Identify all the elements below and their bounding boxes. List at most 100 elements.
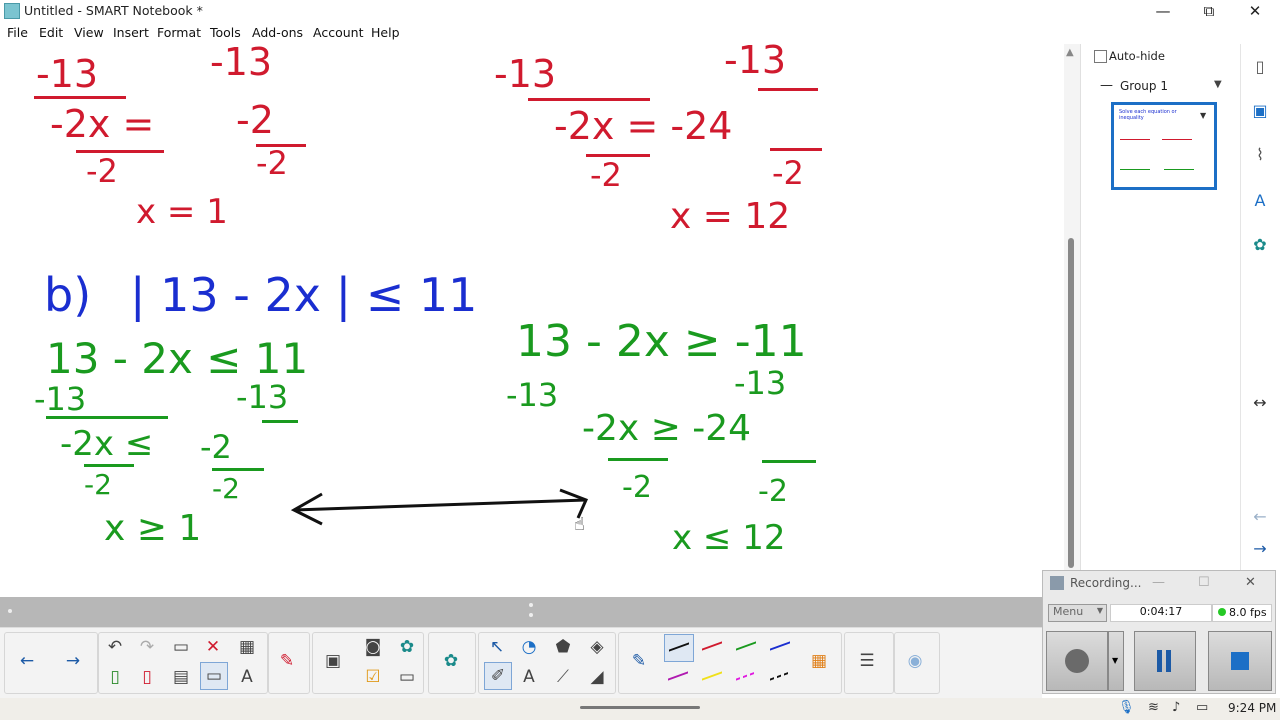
- page-thumbnail[interactable]: Solve each equation or inequality ▼: [1111, 102, 1217, 190]
- ink-tl-line2b: -2: [236, 98, 274, 142]
- ink-bl-answer: x ≥ 1: [104, 508, 202, 549]
- redo-icon[interactable]: ↷: [134, 634, 160, 660]
- eraser-tool-icon[interactable]: ◢: [584, 664, 610, 690]
- gallery-icon[interactable]: ▣: [1245, 96, 1275, 126]
- whiteboard-canvas[interactable]: -13 -13 -2x = -2 -2 -2 x = 1 -13 -13 -2x…: [0, 44, 1064, 597]
- group-dropdown-icon[interactable]: ▼: [1214, 79, 1222, 90]
- line-tool-icon[interactable]: ⟋: [550, 664, 576, 690]
- recorder-close-button[interactable]: ✕: [1245, 575, 1256, 590]
- pause-icon-right: [1166, 650, 1171, 672]
- recorder-menu-select[interactable]: Menu ▼: [1048, 604, 1107, 622]
- taskbar: [0, 698, 1280, 720]
- pen-black[interactable]: [664, 634, 694, 662]
- clock[interactable]: 9:24 PM: [1228, 701, 1276, 715]
- restore-button[interactable]: ⧉: [1186, 0, 1232, 22]
- menu-edit[interactable]: Edit: [39, 25, 63, 40]
- ink-effects-icon[interactable]: ◉: [902, 648, 928, 674]
- undo-icon[interactable]: ↶: [102, 634, 128, 660]
- pen-purple[interactable]: [664, 664, 692, 690]
- add-page-icon[interactable]: ▯: [102, 664, 128, 690]
- page-back-icon[interactable]: ←: [1245, 502, 1275, 532]
- attachments-icon[interactable]: ⌇: [1245, 140, 1275, 170]
- pen-type-icon[interactable]: ✎: [626, 648, 652, 674]
- menu-format[interactable]: Format: [157, 25, 201, 40]
- thumbnail-menu-icon[interactable]: ▼: [1200, 111, 1206, 120]
- delete-page-icon[interactable]: ▯: [134, 664, 160, 690]
- window-title: Untitled - SMART Notebook *: [24, 3, 203, 18]
- autohide-label: Auto-hide: [1109, 49, 1165, 63]
- scroll-up-arrow-icon[interactable]: ▲: [1066, 47, 1074, 58]
- menu-view[interactable]: View: [74, 25, 104, 40]
- autohide-checkbox[interactable]: [1094, 50, 1107, 63]
- pen-green[interactable]: [732, 634, 760, 660]
- close-button[interactable]: ✕: [1232, 0, 1278, 22]
- response-icon[interactable]: ☑: [360, 664, 386, 690]
- move-sidebar-icon[interactable]: ↔: [1245, 388, 1275, 418]
- camera-icon[interactable]: ◙: [360, 634, 386, 660]
- microphone-icon[interactable]: 🎙: [1118, 700, 1135, 715]
- stop-button[interactable]: [1208, 631, 1272, 691]
- previous-page-icon[interactable]: ←: [14, 648, 40, 674]
- ink-bl-rule1b: [262, 420, 298, 423]
- ink-tr-line3: -2: [590, 156, 622, 194]
- recorder-title: Recording...: [1070, 576, 1142, 590]
- page-sorter-icon[interactable]: ▯: [1245, 52, 1275, 82]
- home-indicator[interactable]: [580, 706, 700, 709]
- record-options-button[interactable]: ▼: [1108, 631, 1124, 691]
- ink-tr-line2: -2x = -24: [554, 104, 733, 148]
- page-forward-icon[interactable]: →: [1245, 534, 1275, 564]
- properties-icon[interactable]: A: [1245, 186, 1275, 216]
- ink-bl-rule2: [84, 464, 134, 467]
- shapes-tool-icon[interactable]: ◔: [516, 634, 542, 660]
- delete-icon[interactable]: ✕: [200, 634, 226, 660]
- pause-button[interactable]: [1134, 631, 1196, 691]
- record-button[interactable]: [1046, 631, 1108, 691]
- save-icon[interactable]: ▤: [168, 664, 194, 690]
- pen-yellow[interactable]: [698, 664, 726, 690]
- pen-blue[interactable]: [766, 634, 794, 660]
- puzzle-addon-icon[interactable]: ✿: [438, 648, 464, 674]
- menu-bar: File Edit View Insert Format Tools Add-o…: [0, 22, 1280, 44]
- recorder-minimize-button[interactable]: —: [1152, 575, 1165, 590]
- menu-file[interactable]: File: [7, 25, 28, 40]
- wifi-icon[interactable]: ≋: [1148, 700, 1159, 715]
- stop-icon: [1231, 652, 1249, 670]
- toolbar-splitter[interactable]: [0, 597, 1042, 627]
- open-file-icon[interactable]: ▭: [168, 634, 194, 660]
- text-tool-icon[interactable]: A: [516, 664, 542, 690]
- recorder-menu-dropdown-icon: ▼: [1096, 606, 1103, 615]
- pens-tool-icon[interactable]: ✐: [484, 662, 512, 690]
- pen-red[interactable]: [698, 634, 726, 660]
- splitter-grip-top: [529, 603, 533, 607]
- fonts-icon[interactable]: A: [234, 664, 260, 690]
- pen-black-dashed[interactable]: [766, 664, 794, 690]
- menu-addons[interactable]: Add-ons: [252, 25, 303, 40]
- full-screen-icon[interactable]: ▭: [200, 662, 228, 690]
- next-page-icon[interactable]: →: [60, 648, 86, 674]
- thumbnail-ink-red-2: [1162, 125, 1192, 140]
- select-tool-icon[interactable]: ↖: [484, 634, 510, 660]
- pen-magenta-dashed[interactable]: [732, 664, 760, 690]
- line-properties-icon[interactable]: ☰: [854, 648, 880, 674]
- fill-tool-icon[interactable]: ◈: [584, 634, 610, 660]
- scroll-thumb[interactable]: [1068, 238, 1074, 568]
- document-camera-icon[interactable]: ▭: [394, 664, 420, 690]
- minimize-button[interactable]: —: [1140, 0, 1186, 22]
- group-collapse-icon[interactable]: —: [1100, 78, 1113, 93]
- menu-insert[interactable]: Insert: [113, 25, 149, 40]
- menu-help[interactable]: Help: [371, 25, 400, 40]
- table-icon[interactable]: ▦: [234, 634, 260, 660]
- color-palette-icon[interactable]: ▦: [806, 648, 832, 674]
- screen-shade-icon[interactable]: ▣: [320, 648, 346, 674]
- clear-ink-icon[interactable]: ✎: [274, 648, 300, 674]
- volume-icon[interactable]: ♪: [1172, 700, 1180, 715]
- battery-icon[interactable]: ▭: [1196, 700, 1208, 715]
- thumbnail-ink-green: [1120, 155, 1150, 170]
- menu-tools[interactable]: Tools: [210, 25, 241, 40]
- addons-icon[interactable]: ✿: [1245, 230, 1275, 260]
- menu-account[interactable]: Account: [313, 25, 363, 40]
- activity-builder-icon[interactable]: ✿: [394, 634, 420, 660]
- recording-status-dot: [1218, 608, 1226, 616]
- recorder-maximize-button[interactable]: ☐: [1198, 575, 1210, 590]
- regular-polygon-icon[interactable]: ⬟: [550, 634, 576, 660]
